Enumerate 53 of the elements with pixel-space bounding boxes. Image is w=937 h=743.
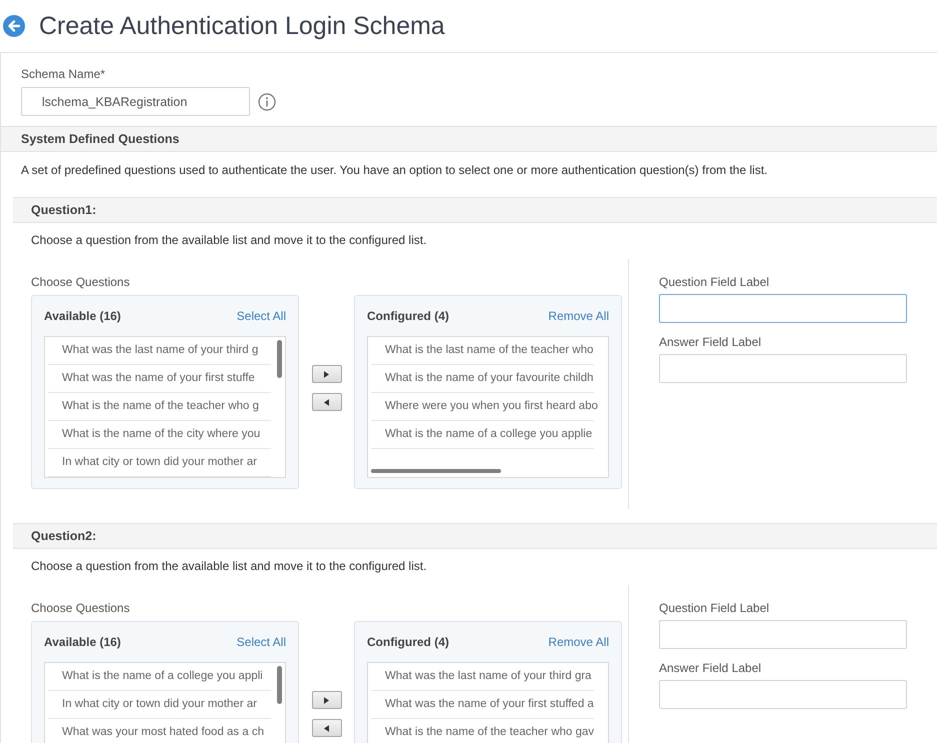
scrollbar-thumb[interactable] xyxy=(277,666,282,704)
move-right-button[interactable] xyxy=(312,691,342,709)
remove-all-link[interactable]: Remove All xyxy=(548,309,609,323)
move-left-button[interactable] xyxy=(312,719,342,737)
question-option[interactable]: What is the name of the teacher who g xyxy=(48,393,271,421)
question-instruction: Choose a question from the available list and move it to the configured list. xyxy=(30,558,428,575)
section-header: System Defined Questions xyxy=(1,126,937,152)
question-option[interactable]: What is the last name of the teacher who xyxy=(371,337,594,365)
question-option[interactable]: What is the name of a college you appli xyxy=(48,663,271,691)
question-option[interactable]: What is the name of the city where you xyxy=(48,421,271,449)
available-list-title: Available (16) xyxy=(44,309,121,323)
scrollbar-thumb[interactable] xyxy=(371,469,501,473)
caret-right-icon xyxy=(324,370,329,378)
text-input[interactable] xyxy=(659,294,907,323)
question-header: Question1: xyxy=(13,197,937,223)
question-option[interactable]: What is the name of the teacher who gav xyxy=(371,719,594,743)
text-input[interactable] xyxy=(659,620,907,649)
section-description: A set of predefined questions used to authenticate the user. You have an option to select one or more authentication question(s) from the list. xyxy=(20,162,768,179)
field-label: Question Field Label xyxy=(659,601,770,615)
question-option[interactable]: What is the name of your favourite childh xyxy=(371,365,594,393)
configured-list-title: Configured (4) xyxy=(367,309,449,323)
configured-list-title: Configured (4) xyxy=(367,635,449,649)
question-option[interactable]: What was the name of your first stuffed a xyxy=(371,691,594,719)
field-label: Answer Field Label xyxy=(659,335,762,349)
page-title: Create Authentication Login Schema xyxy=(39,12,445,40)
caret-right-icon xyxy=(324,696,329,704)
text-input[interactable] xyxy=(659,354,907,383)
remove-all-link[interactable]: Remove All xyxy=(548,635,609,649)
question-option[interactable]: What was the last name of your third gra xyxy=(371,663,594,691)
question-header: Question2: xyxy=(13,523,937,549)
question-option[interactable]: What was the last name of your third g xyxy=(48,337,271,365)
schema-name-input[interactable]: lschema_KBARegistration xyxy=(21,87,250,116)
choose-questions-label: Choose Questions xyxy=(31,601,131,615)
text-input[interactable] xyxy=(659,680,907,709)
question-option[interactable]: What is the name of a college you applie xyxy=(371,421,594,449)
caret-left-icon xyxy=(324,724,329,732)
question-instruction: Choose a question from the available list and move it to the configured list. xyxy=(30,232,428,249)
choose-questions-label: Choose Questions xyxy=(31,275,131,289)
question-option[interactable]: In what city or town did your mother ar xyxy=(48,691,271,719)
question-option[interactable]: In what city or town did your mother ar xyxy=(48,449,271,477)
move-right-button[interactable] xyxy=(312,365,342,383)
select-all-link[interactable]: Select All xyxy=(236,635,286,649)
caret-left-icon xyxy=(324,398,329,406)
info-icon[interactable] xyxy=(258,92,276,110)
scrollbar-thumb[interactable] xyxy=(277,340,282,378)
select-all-link[interactable]: Select All xyxy=(236,309,286,323)
field-label: Question Field Label xyxy=(659,275,770,289)
field-label: Schema Name* xyxy=(21,67,106,81)
question-option[interactable]: What was the name of your first stuffe xyxy=(48,365,271,393)
available-list-title: Available (16) xyxy=(44,635,121,649)
move-left-button[interactable] xyxy=(312,393,342,411)
field-label: Answer Field Label xyxy=(659,661,762,675)
question-option[interactable]: What was your most hated food as a ch xyxy=(48,719,271,743)
